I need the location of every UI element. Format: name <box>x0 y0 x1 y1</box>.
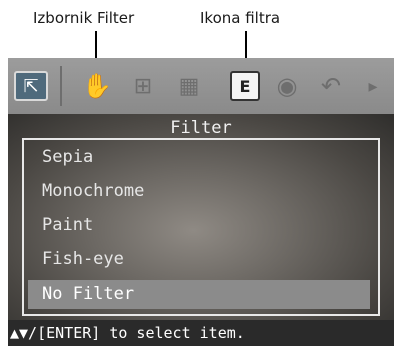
toolbar: ⇱ ✋ ⊞ ▦ E ◉ ↶ ▸ <box>8 58 394 114</box>
arrow-right-icon[interactable]: ▸ <box>360 71 386 101</box>
filter-icon[interactable]: E <box>230 71 260 101</box>
menu-item-sepia[interactable]: Sepia <box>28 143 370 172</box>
callout-filter-menu: Izbornik Filter <box>33 9 135 27</box>
menu-item-paint[interactable]: Paint <box>28 211 370 240</box>
camera-screen: ⇱ ✋ ⊞ ▦ E ◉ ↶ ▸ Filter Sepia Monochrome … <box>8 58 394 346</box>
hand-icon[interactable]: ✋ <box>80 71 114 101</box>
select-icon[interactable]: ⇱ <box>14 71 48 101</box>
adjust-icon[interactable]: ▦ <box>172 71 206 101</box>
eye-icon[interactable]: ◉ <box>270 71 304 101</box>
menu-item-no-filter[interactable]: No Filter <box>28 280 370 309</box>
menu-item-monochrome[interactable]: Monochrome <box>28 177 370 206</box>
toolbar-separator <box>60 66 62 106</box>
callout-filter-icon: Ikona filtra <box>200 9 281 27</box>
menu-title: Filter <box>170 118 232 138</box>
undo-icon[interactable]: ↶ <box>314 71 348 101</box>
status-hint: ▲▼/[ENTER] to select item. <box>8 320 394 346</box>
rotate-icon[interactable]: ⊞ <box>126 71 160 101</box>
menu-item-fish-eye[interactable]: Fish-eye <box>28 245 370 274</box>
